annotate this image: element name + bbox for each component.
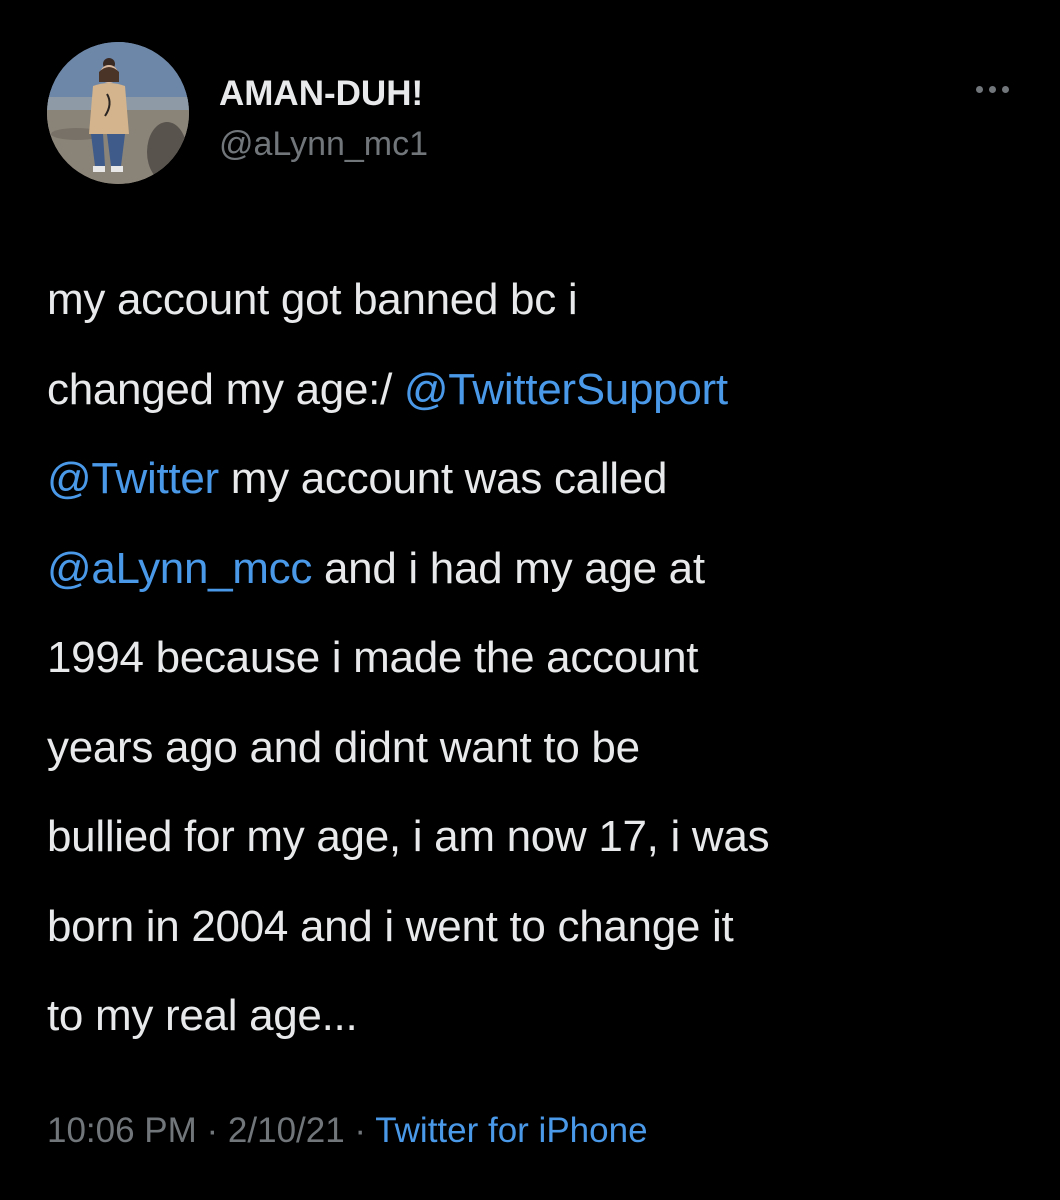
tweet-source-link[interactable]: Twitter for iPhone [375, 1111, 647, 1150]
tweet-text-line: @aLynn_mcc and i had my age at [47, 524, 1037, 614]
tweet-text-segment: to my real age... [47, 991, 358, 1040]
tweet-text-line: my account got banned bc i [47, 255, 1037, 345]
tweet-text-line: years ago and didnt want to be [47, 703, 1037, 793]
tweet-meta: 10:06 PM · 2/10/21 · Twitter for iPhone [47, 1109, 648, 1153]
more-options-button[interactable] [967, 74, 1017, 104]
tweet-text-segment: born in 2004 and i went to change it [47, 901, 734, 951]
more-horizontal-icon [1001, 85, 1009, 93]
tweet-text-segment: and i had my age at [312, 543, 705, 593]
tweet-text-line: to my real age... [47, 971, 1037, 1061]
tweet-text-segment: bullied for my age, i am now 17, i was [47, 812, 770, 861]
tweet-text-line: born in 2004 and i went to change it [47, 882, 1037, 972]
author-handle[interactable]: @aLynn_mc1 [219, 124, 428, 164]
mention-link[interactable]: @aLynn_mcc [47, 544, 312, 593]
avatar[interactable] [47, 42, 189, 184]
more-horizontal-icon [975, 85, 983, 93]
more-horizontal-icon [988, 85, 996, 93]
tweet-text-line: @Twitter my account was called [47, 434, 1037, 524]
tweet-text: my account got banned bc i changed my age… [47, 255, 1037, 1061]
meta-separator: · [196, 1111, 228, 1150]
tweet-date[interactable]: 2/10/21 [228, 1111, 345, 1150]
author-display-name[interactable]: AMAN-DUH! [219, 74, 423, 114]
tweet-text-segment: my account was called [218, 454, 668, 503]
tweet-time[interactable]: 10:06 PM [47, 1111, 197, 1150]
tweet-text-segment: years ago and didnt want to be [47, 722, 640, 772]
tweet: AMAN-DUH! @aLynn_mc1 my account got bann… [0, 0, 1060, 1200]
tweet-text-line: 1994 because i made the account [47, 613, 1037, 703]
mention-link[interactable]: @Twitter [47, 454, 219, 503]
mention-link[interactable]: @TwitterSupport [404, 365, 728, 414]
tweet-text-segment: changed my age:/ [47, 364, 404, 414]
meta-separator: · [344, 1111, 376, 1150]
tweet-text-line: bullied for my age, i am now 17, i was [47, 792, 1037, 882]
tweet-text-line: changed my age:/ @TwitterSupport [47, 345, 1037, 435]
tweet-text-segment: 1994 because i made the account [47, 633, 699, 682]
tweet-text-segment: my account got banned bc i [47, 275, 578, 324]
avatar-photo [47, 42, 189, 184]
